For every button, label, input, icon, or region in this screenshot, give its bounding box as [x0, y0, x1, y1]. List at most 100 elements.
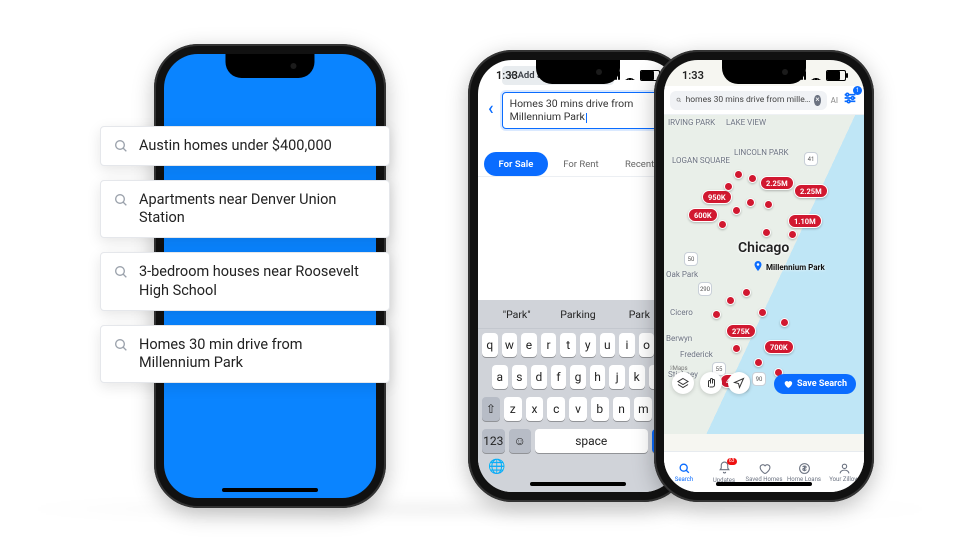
listing-dot[interactable] — [748, 174, 757, 183]
example-query-card[interactable]: Apartments near Denver Union Station — [100, 180, 390, 238]
search-input-value: Homes 30 mins drive from Millennium Park — [510, 97, 634, 123]
key-space[interactable]: space — [535, 429, 648, 453]
map-search-input[interactable]: homes 30 mins drive from mille… × — [670, 91, 827, 110]
listing-dot[interactable] — [734, 170, 743, 179]
search-input[interactable]: Homes 30 mins drive from Millennium Park — [502, 92, 670, 129]
example-queries: Austin homes under $400,000 Apartments n… — [100, 126, 390, 383]
key-o[interactable]: o — [639, 333, 655, 357]
tab-saved-homes[interactable]: Saved Homes — [744, 452, 784, 492]
key-emoji[interactable]: ☺ — [509, 429, 532, 453]
key-w[interactable]: w — [502, 333, 518, 357]
listing-dot[interactable] — [732, 344, 741, 353]
key-i[interactable]: i — [619, 333, 635, 357]
key-b[interactable]: b — [591, 397, 609, 421]
back-button[interactable]: ‹ — [486, 92, 496, 125]
key-k[interactable]: k — [629, 365, 645, 389]
clear-search-icon[interactable]: × — [814, 95, 820, 106]
map-layers-button[interactable] — [672, 372, 694, 394]
key-a[interactable]: a — [492, 365, 508, 389]
key-c[interactable]: c — [547, 397, 565, 421]
notch — [225, 54, 314, 78]
map-locate-button[interactable] — [728, 372, 750, 394]
tab-home-loans[interactable]: Home Loans — [784, 452, 824, 492]
segment-for-sale[interactable]: For Sale — [484, 152, 548, 176]
updates-badge: 63 — [727, 458, 737, 465]
listing-dot[interactable] — [726, 296, 735, 305]
pin-icon — [752, 260, 764, 272]
listing-dot[interactable] — [762, 228, 771, 237]
key-shift[interactable]: ⇧ — [482, 397, 500, 421]
listing-dot[interactable] — [754, 358, 763, 367]
listing-dot[interactable] — [712, 310, 721, 319]
filters-button[interactable]: 1 — [842, 90, 858, 110]
map-city-label: Oak Park — [666, 270, 698, 279]
key-d[interactable]: d — [531, 365, 547, 389]
search-icon — [113, 337, 129, 353]
map-attribution: Maps — [670, 365, 688, 372]
search-icon — [678, 462, 691, 475]
listing-price-pin[interactable]: 1.10M — [788, 214, 822, 228]
status-time: 1:33 — [496, 69, 518, 82]
listing-price-pin[interactable]: 700K — [764, 340, 794, 354]
key-n[interactable]: n — [613, 397, 631, 421]
prediction[interactable]: Parking — [547, 308, 608, 321]
listing-dot[interactable] — [742, 288, 751, 297]
search-icon — [676, 95, 682, 105]
key-t[interactable]: t — [560, 333, 576, 357]
listing-price-pin[interactable]: 2.25M — [794, 184, 828, 198]
save-search-button[interactable]: Save Search — [774, 374, 856, 394]
key-v[interactable]: v — [569, 397, 587, 421]
map-landmark: Millennium Park — [752, 260, 825, 272]
listing-dot[interactable] — [788, 230, 797, 239]
map-city-label: Frederick — [680, 350, 713, 359]
tab-updates[interactable]: 63 Updates — [704, 452, 744, 492]
home-indicator — [530, 482, 626, 486]
key-h[interactable]: h — [590, 365, 606, 389]
key-s[interactable]: s — [512, 365, 528, 389]
heart-icon — [758, 462, 771, 475]
key-123[interactable]: 123 — [482, 429, 505, 453]
key-x[interactable]: x — [526, 397, 544, 421]
listing-price-pin[interactable]: 2.25M — [760, 176, 794, 190]
key-f[interactable]: f — [551, 365, 567, 389]
example-query-text: Austin homes under $400,000 — [139, 137, 332, 155]
globe-icon[interactable]: 🌐 — [488, 459, 505, 475]
key-z[interactable]: z — [504, 397, 522, 421]
map-canvas[interactable]: LAKE VIEW LINCOLN PARK LOGAN SQUARE IRVI… — [664, 112, 864, 434]
tab-search[interactable]: Search — [664, 452, 704, 492]
listing-price-pin[interactable]: 275K — [726, 324, 756, 338]
example-query-card[interactable]: Homes 30 min drive from Millennium Park — [100, 325, 390, 383]
route-shield: 290 — [698, 282, 712, 296]
key-r[interactable]: r — [541, 333, 557, 357]
notch — [536, 60, 620, 84]
example-query-card[interactable]: 3-bedroom houses near Roosevelt High Sch… — [100, 252, 390, 310]
key-q[interactable]: q — [482, 333, 498, 357]
key-m[interactable]: m — [634, 397, 652, 421]
segment-for-rent[interactable]: For Rent — [552, 152, 610, 176]
tab-your-zillow[interactable]: Your Zillow — [824, 452, 864, 492]
key-j[interactable]: j — [609, 365, 625, 389]
listing-dot[interactable] — [746, 198, 755, 207]
listing-dot[interactable] — [732, 206, 741, 215]
map-controls — [672, 372, 750, 394]
listing-dot[interactable] — [764, 200, 773, 209]
wifi-icon — [810, 70, 822, 80]
route-shield: 41 — [804, 152, 818, 166]
map-draw-button[interactable] — [700, 372, 722, 394]
search-icon — [113, 192, 129, 208]
listing-price-pin[interactable]: 950K — [702, 190, 732, 204]
listing-price-pin[interactable]: 600K — [688, 208, 718, 222]
example-query-card[interactable]: Austin homes under $400,000 — [100, 126, 390, 166]
key-e[interactable]: e — [521, 333, 537, 357]
heart-icon — [783, 379, 793, 389]
person-icon — [838, 462, 851, 475]
prediction[interactable]: "Park" — [486, 308, 547, 321]
key-g[interactable]: g — [570, 365, 586, 389]
listing-dot[interactable] — [780, 318, 789, 327]
search-header: ‹ Homes 30 mins drive from Millennium Pa… — [478, 88, 678, 129]
listing-dot[interactable] — [724, 182, 733, 191]
listing-dot[interactable] — [758, 308, 767, 317]
key-y[interactable]: y — [580, 333, 596, 357]
listing-dot[interactable] — [718, 220, 727, 229]
key-u[interactable]: u — [600, 333, 616, 357]
